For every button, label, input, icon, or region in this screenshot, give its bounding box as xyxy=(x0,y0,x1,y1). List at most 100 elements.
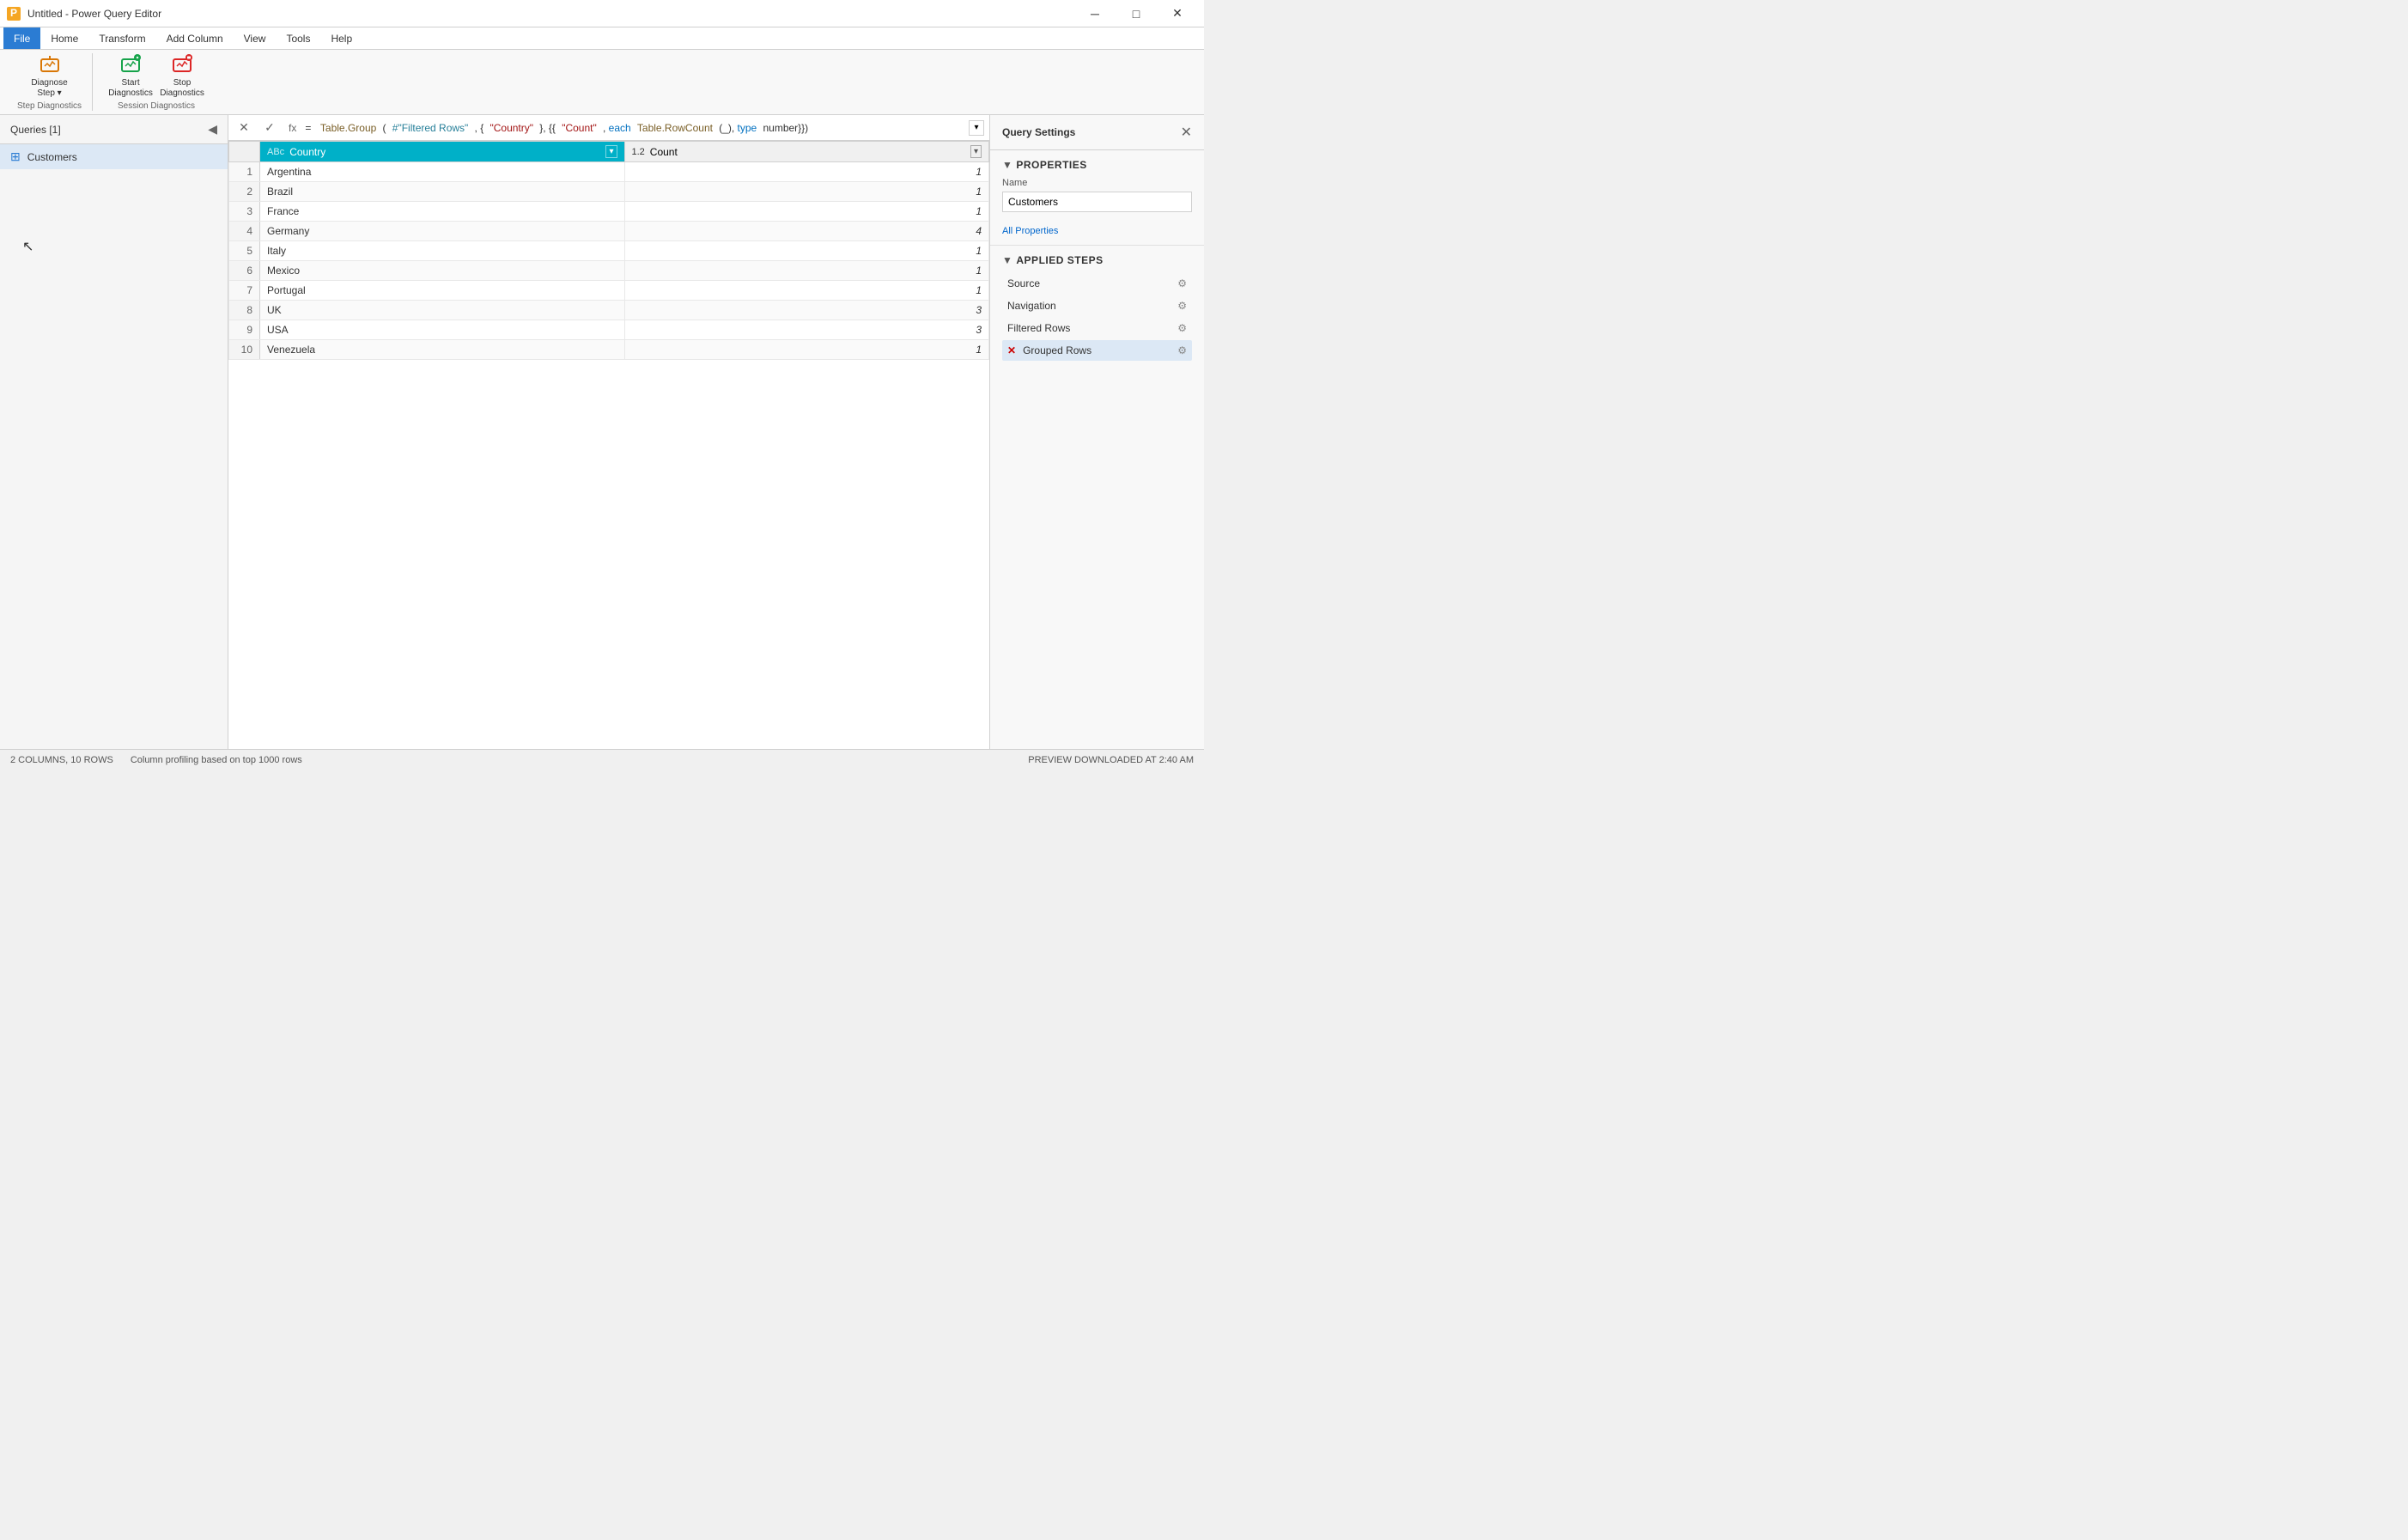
diagnose-step-button[interactable]: DiagnoseStep ▾ xyxy=(26,53,74,98)
ribbon-tab-bar: File Home Transform Add Column View Tool… xyxy=(0,27,1204,50)
tab-help[interactable]: Help xyxy=(320,27,362,49)
properties-arrow-icon: ▼ xyxy=(1002,159,1012,171)
mouse-cursor: ↖ xyxy=(22,238,33,255)
queries-panel-header: Queries [1] ◀ xyxy=(0,115,228,144)
formula-type-keyword: type xyxy=(738,122,757,134)
count-cell: 1 xyxy=(624,340,989,360)
table-body: 1 Argentina 1 2 Brazil 1 3 France 1 4 Ge… xyxy=(229,162,989,360)
ribbon-group-session-diagnostics: StartDiagnostics StopDiagnostics Session… xyxy=(96,53,216,111)
close-button[interactable]: ✕ xyxy=(1158,0,1197,27)
tab-file[interactable]: File xyxy=(3,27,40,49)
steps-list: Source ⚙ Navigation ⚙ Filtered Rows ⚙ ✕ … xyxy=(1002,273,1192,361)
ribbon-group-step-diagnostics: DiagnoseStep ▾ Step Diagnostics xyxy=(7,53,93,111)
stop-diagnostics-icon xyxy=(170,52,194,76)
table-row: 2 Brazil 1 xyxy=(229,182,989,202)
query-settings-panel: Query Settings ✕ ▼ PROPERTIES Name All P… xyxy=(989,115,1204,749)
count-filter-button[interactable]: ▾ xyxy=(970,145,982,158)
stop-diagnostics-button[interactable]: StopDiagnostics xyxy=(158,53,206,98)
row-number: 6 xyxy=(229,261,260,281)
country-cell: Germany xyxy=(260,222,625,241)
tab-tools[interactable]: Tools xyxy=(276,27,320,49)
table-row: 8 UK 3 xyxy=(229,301,989,320)
count-cell: 1 xyxy=(624,202,989,222)
country-type-icon: ABc xyxy=(267,147,284,157)
minimize-button[interactable]: ─ xyxy=(1075,0,1115,27)
table-header-row: ABc Country ▾ 1.2 Count ▾ xyxy=(229,142,989,162)
window-controls: ─ □ ✕ xyxy=(1075,0,1197,27)
row-number: 5 xyxy=(229,241,260,261)
restore-button[interactable]: □ xyxy=(1116,0,1156,27)
queries-header-label: Queries [1] xyxy=(10,124,61,136)
query-item-customers-label: Customers xyxy=(27,151,77,163)
formula-rowcount-func: Table.RowCount xyxy=(637,122,713,134)
applied-steps-arrow-icon: ▼ xyxy=(1002,254,1012,266)
session-diagnostics-buttons: StartDiagnostics StopDiagnostics xyxy=(106,53,206,98)
step-item-grouped-rows[interactable]: ✕ Grouped Rows ⚙ xyxy=(1002,340,1192,361)
step-item-navigation[interactable]: Navigation ⚙ xyxy=(1002,295,1192,316)
formula-expand-button[interactable]: ▾ xyxy=(969,120,984,136)
formula-bar: ✕ ✓ fx = Table.Group ( #"Filtered Rows" … xyxy=(228,115,989,141)
tab-view[interactable]: View xyxy=(234,27,277,49)
step-gear-icon: ⚙ xyxy=(1177,277,1187,289)
svg-text:P: P xyxy=(10,8,17,19)
title-bar: P Untitled - Power Query Editor ─ □ ✕ xyxy=(0,0,1204,27)
row-num-header xyxy=(229,142,260,162)
step-gear-icon: ⚙ xyxy=(1177,322,1187,334)
query-name-input[interactable] xyxy=(1002,192,1192,212)
country-filter-button[interactable]: ▾ xyxy=(605,145,617,158)
country-cell: Brazil xyxy=(260,182,625,202)
row-number: 3 xyxy=(229,202,260,222)
properties-section-header: ▼ PROPERTIES xyxy=(1002,159,1192,171)
table-row: 9 USA 3 xyxy=(229,320,989,340)
formula-func-name: Table.Group xyxy=(320,122,376,134)
preview-note: PREVIEW DOWNLOADED AT 2:40 AM xyxy=(1028,755,1194,765)
formula-confirm-button[interactable]: ✓ xyxy=(259,118,280,138)
count-cell: 1 xyxy=(624,241,989,261)
table-row: 5 Italy 1 xyxy=(229,241,989,261)
formula-country-str: "Country" xyxy=(490,122,533,134)
formula-fx-label: fx xyxy=(285,122,300,134)
count-cell: 4 xyxy=(624,222,989,241)
count-type-icon: 1.2 xyxy=(632,147,645,157)
count-cell: 3 xyxy=(624,301,989,320)
tab-transform[interactable]: Transform xyxy=(88,27,155,49)
step-item-source[interactable]: Source ⚙ xyxy=(1002,273,1192,294)
start-diagnostics-button[interactable]: StartDiagnostics xyxy=(106,53,155,98)
formula-cancel-button[interactable]: ✕ xyxy=(234,118,254,138)
formula-comma3: , xyxy=(603,122,609,134)
country-cell: USA xyxy=(260,320,625,340)
query-settings-close-button[interactable]: ✕ xyxy=(1181,124,1192,141)
properties-label: PROPERTIES xyxy=(1016,159,1086,171)
collapse-queries-button[interactable]: ◀ xyxy=(208,122,217,137)
tab-home[interactable]: Home xyxy=(40,27,88,49)
query-item-customers[interactable]: ⊞ Customers xyxy=(0,144,228,169)
query-table-icon: ⊞ xyxy=(10,149,21,164)
row-number: 7 xyxy=(229,281,260,301)
stop-diagnostics-label: StopDiagnostics xyxy=(160,78,204,99)
row-number: 9 xyxy=(229,320,260,340)
applied-steps-header: ▼ APPLIED STEPS xyxy=(1002,254,1192,266)
table-row: 6 Mexico 1 xyxy=(229,261,989,281)
queries-panel: Queries [1] ◀ ⊞ Customers ↖ xyxy=(0,115,228,749)
start-diagnostics-icon xyxy=(119,52,143,76)
start-diagnostics-label: StartDiagnostics xyxy=(108,78,153,99)
formula-number-keyword: number}}) xyxy=(763,122,808,134)
formula-equals: = xyxy=(305,122,313,134)
properties-section: ▼ PROPERTIES Name All Properties xyxy=(990,150,1204,246)
tab-add-column[interactable]: Add Column xyxy=(156,27,234,49)
count-column-header: 1.2 Count ▾ xyxy=(624,142,989,162)
content-area: ✕ ✓ fx = Table.Group ( #"Filtered Rows" … xyxy=(228,115,989,749)
data-table: ABc Country ▾ 1.2 Count ▾ xyxy=(228,141,989,360)
table-row: 1 Argentina 1 xyxy=(229,162,989,182)
step-item-filtered-rows[interactable]: Filtered Rows ⚙ xyxy=(1002,318,1192,338)
all-properties-link[interactable]: All Properties xyxy=(1002,226,1058,236)
formula-display: = Table.Group ( #"Filtered Rows" , { "Co… xyxy=(305,122,964,134)
country-cell: Italy xyxy=(260,241,625,261)
country-cell: Portugal xyxy=(260,281,625,301)
table-row: 4 Germany 4 xyxy=(229,222,989,241)
formula-comma1: , { xyxy=(475,122,484,134)
formula-step-ref: #"Filtered Rows" xyxy=(392,122,469,134)
formula-each-keyword: each xyxy=(609,122,631,134)
count-cell: 1 xyxy=(624,261,989,281)
row-number: 8 xyxy=(229,301,260,320)
